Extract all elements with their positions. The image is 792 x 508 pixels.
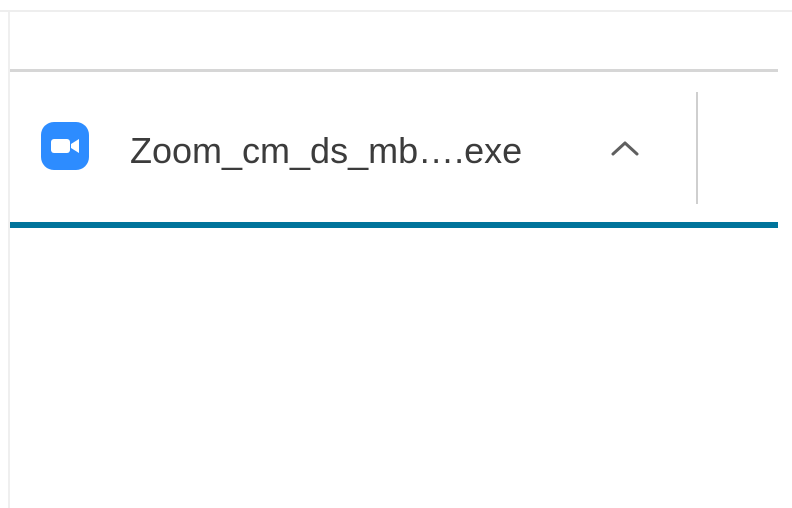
chevron-up-icon: [611, 141, 639, 156]
download-menu-button[interactable]: [600, 126, 650, 170]
download-shelf: Zoom_cm_ds_mb….exe: [10, 72, 778, 222]
browser-window: Zoom_cm_ds_mb….exe: [0, 0, 792, 508]
download-item[interactable]: Zoom_cm_ds_mb….exe: [10, 72, 698, 222]
top-border: [0, 10, 792, 12]
zoom-video-camera-icon: [41, 122, 89, 170]
download-item-separator: [696, 92, 698, 204]
download-filename: Zoom_cm_ds_mb….exe: [130, 130, 523, 171]
download-shelf-bottom-border: [10, 222, 778, 228]
video-camera-glyph: [51, 139, 79, 153]
